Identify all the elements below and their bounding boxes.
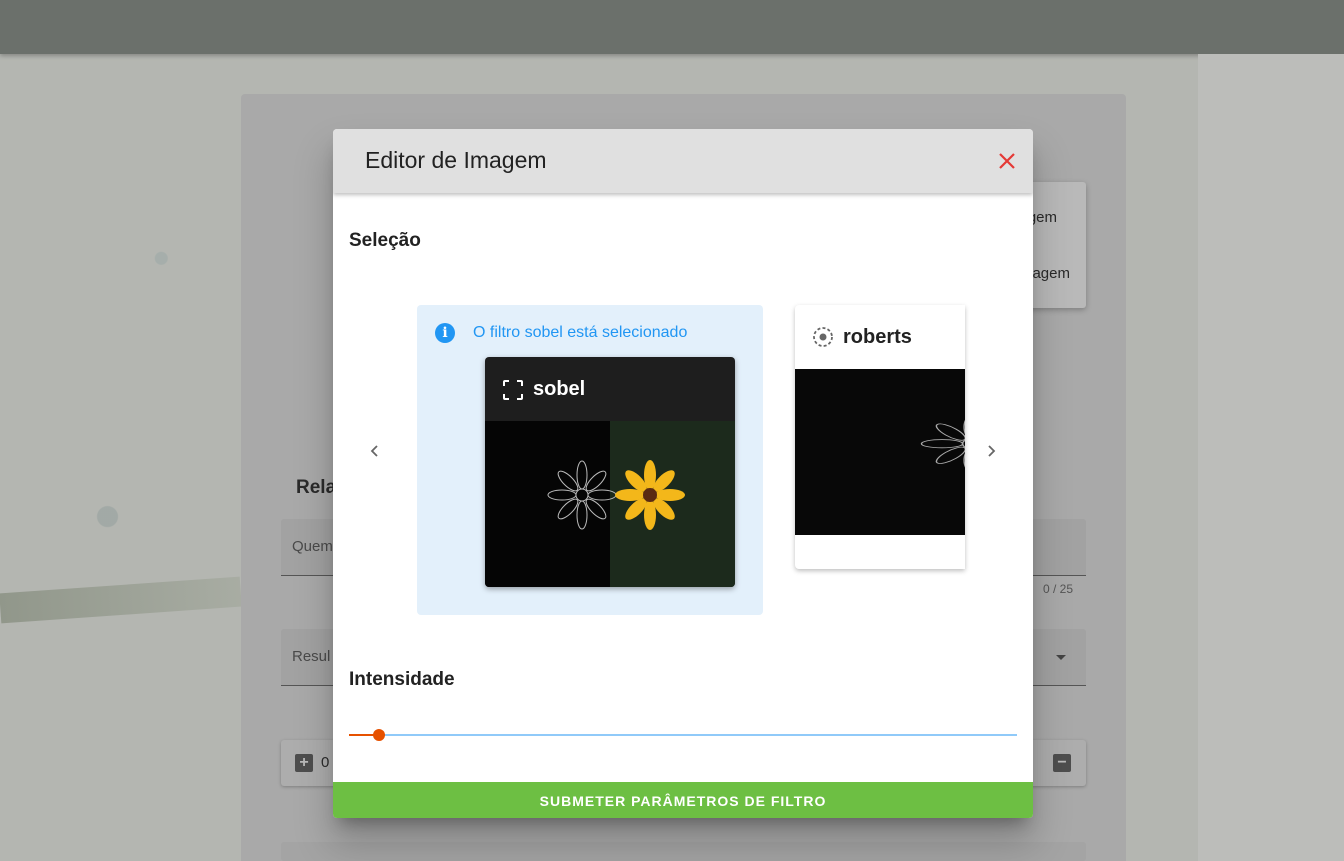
chevron-left-icon[interactable] xyxy=(363,439,387,463)
menu-item-2[interactable]: agem xyxy=(1032,265,1070,282)
info-icon: i xyxy=(435,323,455,343)
chevron-right-icon[interactable] xyxy=(979,439,1003,463)
field-placeholder: Quem xyxy=(292,538,333,555)
submit-filter-button[interactable]: SUBMETER PARÂMETROS DE FILTRO xyxy=(333,782,1033,818)
dialog-header: Editor de Imagem xyxy=(333,129,1033,193)
intensity-title: Intensidade xyxy=(349,669,455,690)
background-bottom-field xyxy=(281,842,1086,861)
filter-carousel: i O filtro sobel está selecionado sobel xyxy=(349,289,1017,629)
filter-card-roberts[interactable]: roberts xyxy=(795,305,965,569)
filter-preview-image xyxy=(485,421,735,587)
filter-card-title: sobel xyxy=(533,378,586,400)
intensity-slider[interactable] xyxy=(349,725,1017,745)
slider-track[interactable] xyxy=(349,734,1017,736)
select-placeholder: Resul xyxy=(292,648,331,665)
selected-filter-box: i O filtro sobel está selecionado sobel xyxy=(417,305,763,615)
stepper-value: 0 xyxy=(321,754,330,771)
selection-title: Seleção xyxy=(349,230,421,251)
field-counter: 0 / 25 xyxy=(1043,582,1074,596)
filter-card-sobel[interactable]: sobel xyxy=(485,357,735,587)
dialog-title: Editor de Imagem xyxy=(365,147,547,173)
filter-card-title: roberts xyxy=(843,326,912,348)
background-heading: Rela xyxy=(296,477,337,498)
radio-dashed-icon xyxy=(813,327,833,347)
right-panel xyxy=(1198,54,1344,861)
selection-frame-icon xyxy=(503,380,523,400)
info-text: O filtro sobel está selecionado xyxy=(473,324,688,341)
filter-preview-image xyxy=(795,369,965,535)
plus-icon[interactable]: + xyxy=(295,754,313,772)
app-bar xyxy=(0,0,1344,54)
image-editor-dialog: Editor de Imagem Seleção i O filtro sobe… xyxy=(333,129,1033,818)
chevron-down-icon[interactable] xyxy=(1056,655,1066,660)
slider-thumb[interactable] xyxy=(373,729,385,741)
minus-icon[interactable]: − xyxy=(1053,754,1071,772)
close-icon[interactable] xyxy=(995,149,1019,173)
